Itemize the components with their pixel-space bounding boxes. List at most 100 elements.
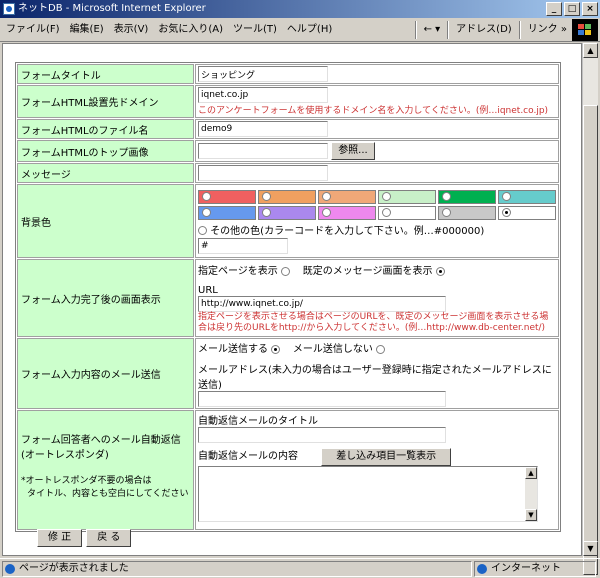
color-swatch-radio[interactable] bbox=[502, 207, 511, 217]
mail-send-no-label: メール送信しない bbox=[292, 344, 373, 355]
links-toggle[interactable]: リンク » bbox=[525, 21, 570, 39]
color-swatch[interactable] bbox=[438, 205, 496, 220]
menu-favorites[interactable]: お気に入り(A) bbox=[158, 19, 223, 41]
url-note: 指定ページを表示させる場合はページのURLを、既定のメッセージ画面を表示させる場… bbox=[198, 312, 549, 333]
color-swatch-radio[interactable] bbox=[382, 207, 391, 217]
color-swatch-grid bbox=[198, 189, 556, 220]
color-swatch-radio[interactable] bbox=[442, 191, 451, 201]
table-row: フォームHTMLのファイル名 bbox=[17, 119, 559, 139]
auto-reply-label: フォーム回答者へのメール自動返信(オートレスポンダ) bbox=[21, 435, 181, 461]
table-row: フォームHTMLのトップ画像 参照... bbox=[17, 140, 559, 162]
color-swatch[interactable] bbox=[318, 189, 376, 204]
minimize-button[interactable]: _ bbox=[546, 2, 562, 16]
mail-send-yes-radio[interactable] bbox=[271, 344, 281, 354]
menu-tools[interactable]: ツール(T) bbox=[233, 19, 277, 41]
mail-send-label: フォーム入力内容のメール送信 bbox=[17, 338, 194, 409]
url-input[interactable] bbox=[198, 296, 446, 312]
other-color-label: その他の色(カラーコードを入力して下さい。例…#000000) bbox=[210, 225, 485, 237]
page-scroll-thumb[interactable] bbox=[583, 105, 598, 575]
page-scrollbar[interactable]: ▲ ▼ bbox=[582, 43, 598, 575]
menu-file[interactable]: ファイル(F) bbox=[6, 19, 60, 41]
color-swatch-radio[interactable] bbox=[382, 191, 391, 201]
color-swatch-radio[interactable] bbox=[262, 207, 271, 217]
complete-options: 指定ページを表示 既定のメッセージ画面を表示 bbox=[198, 262, 556, 277]
scroll-up-icon[interactable]: ▲ bbox=[525, 467, 537, 479]
toolbar-separator bbox=[447, 21, 450, 39]
status-text-pane: ページが表示されました bbox=[2, 561, 472, 577]
auto-body-row: 自動返信メールの内容 差し込み項目一覧表示 bbox=[198, 447, 556, 466]
color-swatch-radio[interactable] bbox=[202, 191, 211, 201]
color-swatch-radio[interactable] bbox=[322, 207, 331, 217]
menu-view[interactable]: 表示(V) bbox=[114, 19, 149, 41]
color-swatch-radio[interactable] bbox=[502, 191, 511, 201]
color-swatch-radio[interactable] bbox=[202, 207, 211, 217]
ie-icon bbox=[3, 3, 15, 15]
domain-input[interactable] bbox=[198, 87, 328, 103]
background-color-cell: その他の色(カラーコードを入力して下さい。例…#000000) bbox=[195, 184, 559, 258]
menu-bar: ファイル(F) 編集(E) 表示(V) お気に入り(A) ツール(T) ヘルプ(… bbox=[0, 18, 600, 42]
color-swatch[interactable] bbox=[498, 205, 556, 220]
back-arrow-icon: ← bbox=[423, 24, 432, 35]
color-swatch[interactable] bbox=[198, 189, 256, 204]
other-color-input[interactable] bbox=[198, 237, 288, 254]
toolbar-separator bbox=[518, 21, 521, 39]
table-row: フォーム入力内容のメール送信 メール送信する メール送信しない メールアドレス(… bbox=[17, 338, 559, 409]
color-swatch[interactable] bbox=[378, 205, 436, 220]
close-button[interactable]: × bbox=[582, 2, 598, 16]
auto-body-textarea[interactable]: ▲ ▼ bbox=[198, 466, 538, 522]
color-swatch[interactable] bbox=[258, 205, 316, 220]
color-swatch[interactable] bbox=[498, 189, 556, 204]
mail-send-cell: メール送信する メール送信しない メールアドレス(未入力の場合はユーザー登録時に… bbox=[195, 338, 559, 409]
top-image-cell: 参照... bbox=[195, 140, 559, 162]
maximize-button[interactable]: □ bbox=[564, 2, 580, 16]
filename-input[interactable] bbox=[198, 121, 328, 137]
message-input[interactable] bbox=[198, 165, 328, 181]
message-cell bbox=[195, 163, 559, 183]
color-swatch[interactable] bbox=[258, 189, 316, 204]
window-title: ネットDB - Microsoft Internet Explorer bbox=[18, 3, 206, 14]
status-bar: ページが表示されました インターネット bbox=[0, 558, 600, 578]
color-swatch-radio[interactable] bbox=[442, 207, 451, 217]
page-scroll-up-icon[interactable]: ▲ bbox=[583, 43, 598, 58]
fix-button[interactable]: 修 正 bbox=[37, 529, 83, 547]
mail-address-input[interactable] bbox=[198, 391, 446, 407]
color-swatch[interactable] bbox=[318, 205, 376, 220]
other-color-radio[interactable] bbox=[198, 226, 207, 235]
color-swatch[interactable] bbox=[438, 189, 496, 204]
browse-button[interactable]: 参照... bbox=[331, 142, 375, 160]
auto-reply-note-1: *オートレスポンダ不要の場合は bbox=[21, 476, 152, 486]
back-page-button[interactable]: 戻 る bbox=[86, 529, 132, 547]
form-title-input[interactable] bbox=[198, 66, 328, 82]
mail-send-no-radio[interactable] bbox=[376, 344, 386, 354]
auto-title-label: 自動返信メールのタイトル bbox=[198, 416, 318, 427]
form-title-cell bbox=[195, 64, 559, 84]
address-bar-toggle[interactable]: アドレス(D) bbox=[453, 21, 515, 39]
links-label: リンク bbox=[527, 24, 558, 35]
complete-opt-page-radio[interactable] bbox=[281, 266, 290, 276]
complete-display-label: フォーム入力完了後の画面表示 bbox=[17, 259, 194, 337]
color-swatch-radio[interactable] bbox=[262, 191, 271, 201]
auto-reply-cell: 自動返信メールのタイトル 自動返信メールの内容 差し込み項目一覧表示 ▲ ▼ bbox=[195, 410, 559, 530]
title-bar: ネットDB - Microsoft Internet Explorer _ □ … bbox=[0, 0, 600, 18]
page-scroll-down-icon[interactable]: ▼ bbox=[583, 541, 598, 556]
table-row: フォームHTML設置先ドメイン このアンケートフォームを使用するドメイン名を入力… bbox=[17, 85, 559, 118]
mail-send-yes-label: メール送信する bbox=[198, 344, 268, 355]
textarea-scrollbar[interactable]: ▲ ▼ bbox=[525, 467, 537, 521]
top-image-input[interactable] bbox=[198, 143, 328, 159]
back-button[interactable]: ← ▾ bbox=[421, 21, 444, 39]
menu-edit[interactable]: 編集(E) bbox=[70, 19, 104, 41]
complete-opt-default-radio[interactable] bbox=[435, 266, 445, 276]
auto-title-input[interactable] bbox=[198, 427, 446, 443]
background-color-label: 背景色 bbox=[17, 184, 194, 258]
scroll-down-icon[interactable]: ▼ bbox=[525, 509, 537, 521]
insert-fields-button[interactable]: 差し込み項目一覧表示 bbox=[321, 448, 452, 466]
form-actions: 修 正 戻 る bbox=[37, 529, 132, 547]
complete-display-cell: 指定ページを表示 既定のメッセージ画面を表示 URL 指定ページを表示させる場合… bbox=[195, 259, 559, 337]
domain-note: このアンケートフォームを使用するドメイン名を入力してください。(例…iqnet.… bbox=[198, 106, 549, 116]
color-swatch[interactable] bbox=[378, 189, 436, 204]
table-row: 背景色 その他の色(カラーコードを入力して下さい。例…#000000) bbox=[17, 184, 559, 258]
color-swatch-radio[interactable] bbox=[322, 191, 331, 201]
menu-help[interactable]: ヘルプ(H) bbox=[287, 19, 332, 41]
complete-opt-page-label: 指定ページを表示 bbox=[198, 266, 278, 277]
color-swatch[interactable] bbox=[198, 205, 256, 220]
